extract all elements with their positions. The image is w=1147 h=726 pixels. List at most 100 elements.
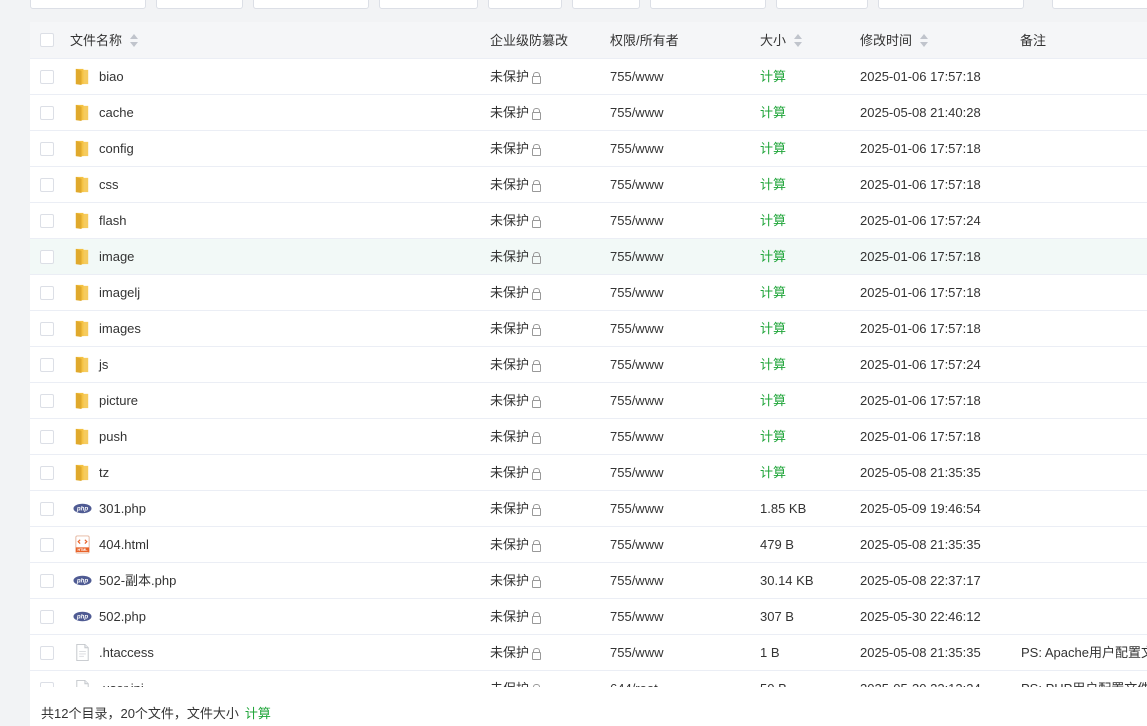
size-calc-link[interactable]: 计算 [760,95,786,130]
protection-status[interactable]: 未保护 [490,671,541,687]
permission-owner[interactable]: 755/www [610,203,663,238]
row-checkbox[interactable] [40,286,54,300]
row-checkbox[interactable] [40,214,54,228]
file-name[interactable]: picture [99,383,138,418]
size-calc-link[interactable]: 计算 [760,455,786,490]
permission-owner[interactable]: 755/www [610,599,663,634]
file-name[interactable]: 502.php [99,599,146,634]
permission-owner[interactable]: 755/www [610,239,663,274]
toolbar-button-6[interactable] [572,0,640,9]
file-name[interactable]: config [99,131,134,166]
row-checkbox[interactable] [40,574,54,588]
file-note[interactable]: PS: PHP用户配置文件(防跨站) [1021,671,1147,687]
file-name[interactable]: 301.php [99,491,146,526]
toolbar-button-2[interactable] [156,0,243,9]
sort-icon[interactable] [920,33,929,48]
protection-status[interactable]: 未保护 [490,491,542,526]
permission-owner[interactable]: 755/www [610,131,663,166]
file-name[interactable]: css [99,167,119,202]
file-name[interactable]: imagelj [99,275,140,310]
row-checkbox[interactable] [40,610,54,624]
row-checkbox[interactable] [40,250,54,264]
protection-status[interactable]: 未保护 [490,383,542,418]
permission-owner[interactable]: 755/www [610,59,663,94]
row-checkbox[interactable] [40,70,54,84]
permission-owner[interactable]: 755/www [610,527,663,562]
table-row[interactable]: .htaccess 未保护 755/www 1 B 2025-05-08 21:35:3… [30,635,1147,671]
permission-owner[interactable]: 755/www [610,167,663,202]
size-calc-link[interactable]: 计算 [760,311,786,346]
select-all-checkbox[interactable] [40,33,54,47]
toolbar-button-3[interactable] [253,0,369,9]
protection-status[interactable]: 未保护 [490,563,542,598]
protection-status[interactable]: 未保护 [490,419,542,454]
permission-owner[interactable]: 755/www [610,455,663,490]
file-name[interactable]: js [99,347,108,382]
size-calc-link[interactable]: 计算 [760,419,786,454]
table-row[interactable]: .user.ini 未保护 644/root 50 B 2025-05-30 22:12… [30,671,1147,687]
table-row[interactable]: flash 未保护 755/www 计算 2025-01-06 17:57:24 [30,203,1147,239]
size-calc-link[interactable]: 计算 [760,239,786,274]
table-row[interactable]: images 未保护 755/www 计算 2025-01-06 17:57:18 [30,311,1147,347]
row-checkbox[interactable] [40,322,54,336]
protection-status[interactable]: 未保护 [490,167,542,202]
toolbar-button-9[interactable] [878,0,1024,9]
table-row[interactable]: css 未保护 755/www 计算 2025-01-06 17:57:18 [30,167,1147,203]
table-row[interactable]: php 502.php 未保护 755/www 307 B 2025-05-30 22:4… [30,599,1147,635]
header-name[interactable]: 文件名称 [70,22,139,59]
protection-status[interactable]: 未保护 [490,203,542,238]
permission-owner[interactable]: 755/www [610,311,663,346]
file-name[interactable]: flash [99,203,126,238]
size-calc-link[interactable]: 计算 [760,383,786,418]
file-name[interactable]: image [99,239,134,274]
table-row[interactable]: biao 未保护 755/www 计算 2025-01-06 17:57:18 [30,59,1147,95]
size-calc-link[interactable]: 计算 [760,347,786,382]
file-name[interactable]: tz [99,455,109,490]
permission-owner[interactable]: 755/www [610,563,663,598]
sort-icon[interactable] [130,33,139,48]
table-row[interactable]: cache 未保护 755/www 计算 2025-05-08 21:40:28 [30,95,1147,131]
toolbar-button-5[interactable] [488,0,562,9]
file-name[interactable]: .htaccess [99,635,154,670]
toolbar-button-1[interactable] [30,0,146,9]
permission-owner[interactable]: 755/www [610,95,663,130]
row-checkbox[interactable] [40,142,54,156]
permission-owner[interactable]: 644/root [610,671,658,687]
table-row[interactable]: config 未保护 755/www 计算 2025-01-06 17:57:18 [30,131,1147,167]
permission-owner[interactable]: 755/www [610,275,663,310]
protection-status[interactable]: 未保护 [490,275,542,310]
file-name[interactable]: .user.ini [99,671,144,687]
size-calc-link[interactable]: 计算 [760,203,786,238]
row-checkbox[interactable] [40,466,54,480]
table-row[interactable]: tz 未保护 755/www 计算 2025-05-08 21:35:35 [30,455,1147,491]
toolbar-button-7[interactable] [650,0,766,9]
sort-icon[interactable] [794,33,803,48]
header-size[interactable]: 大小 [760,22,803,59]
protection-status[interactable]: 未保护 [490,239,542,274]
size-calc-link[interactable]: 计算 [760,59,786,94]
table-row[interactable]: HTML 404.html 未保护 755/www 479 B 2025-05-08 21… [30,527,1147,563]
permission-owner[interactable]: 755/www [610,635,663,670]
protection-status[interactable]: 未保护 [490,635,542,670]
row-checkbox[interactable] [40,358,54,372]
table-row[interactable]: js 未保护 755/www 计算 2025-01-06 17:57:24 [30,347,1147,383]
permission-owner[interactable]: 755/www [610,383,663,418]
row-checkbox[interactable] [40,682,54,687]
file-name[interactable]: images [99,311,141,346]
table-row[interactable]: image 未保护 755/www 计算 2025-01-06 17:57:18 [30,239,1147,275]
footer-calc-link[interactable]: 计算 [245,706,271,721]
file-name[interactable]: biao [99,59,124,94]
row-checkbox[interactable] [40,178,54,192]
protection-status[interactable]: 未保护 [490,599,542,634]
protection-status[interactable]: 未保护 [490,347,542,382]
protection-status[interactable]: 未保护 [490,131,542,166]
row-checkbox[interactable] [40,646,54,660]
toolbar-button-8[interactable] [776,0,868,9]
toolbar-button-4[interactable] [379,0,478,9]
size-calc-link[interactable]: 计算 [760,167,786,202]
row-checkbox[interactable] [40,430,54,444]
permission-owner[interactable]: 755/www [610,347,663,382]
table-row[interactable]: imagelj 未保护 755/www 计算 2025-01-06 17:57:18 [30,275,1147,311]
protection-status[interactable]: 未保护 [490,59,542,94]
row-checkbox[interactable] [40,502,54,516]
